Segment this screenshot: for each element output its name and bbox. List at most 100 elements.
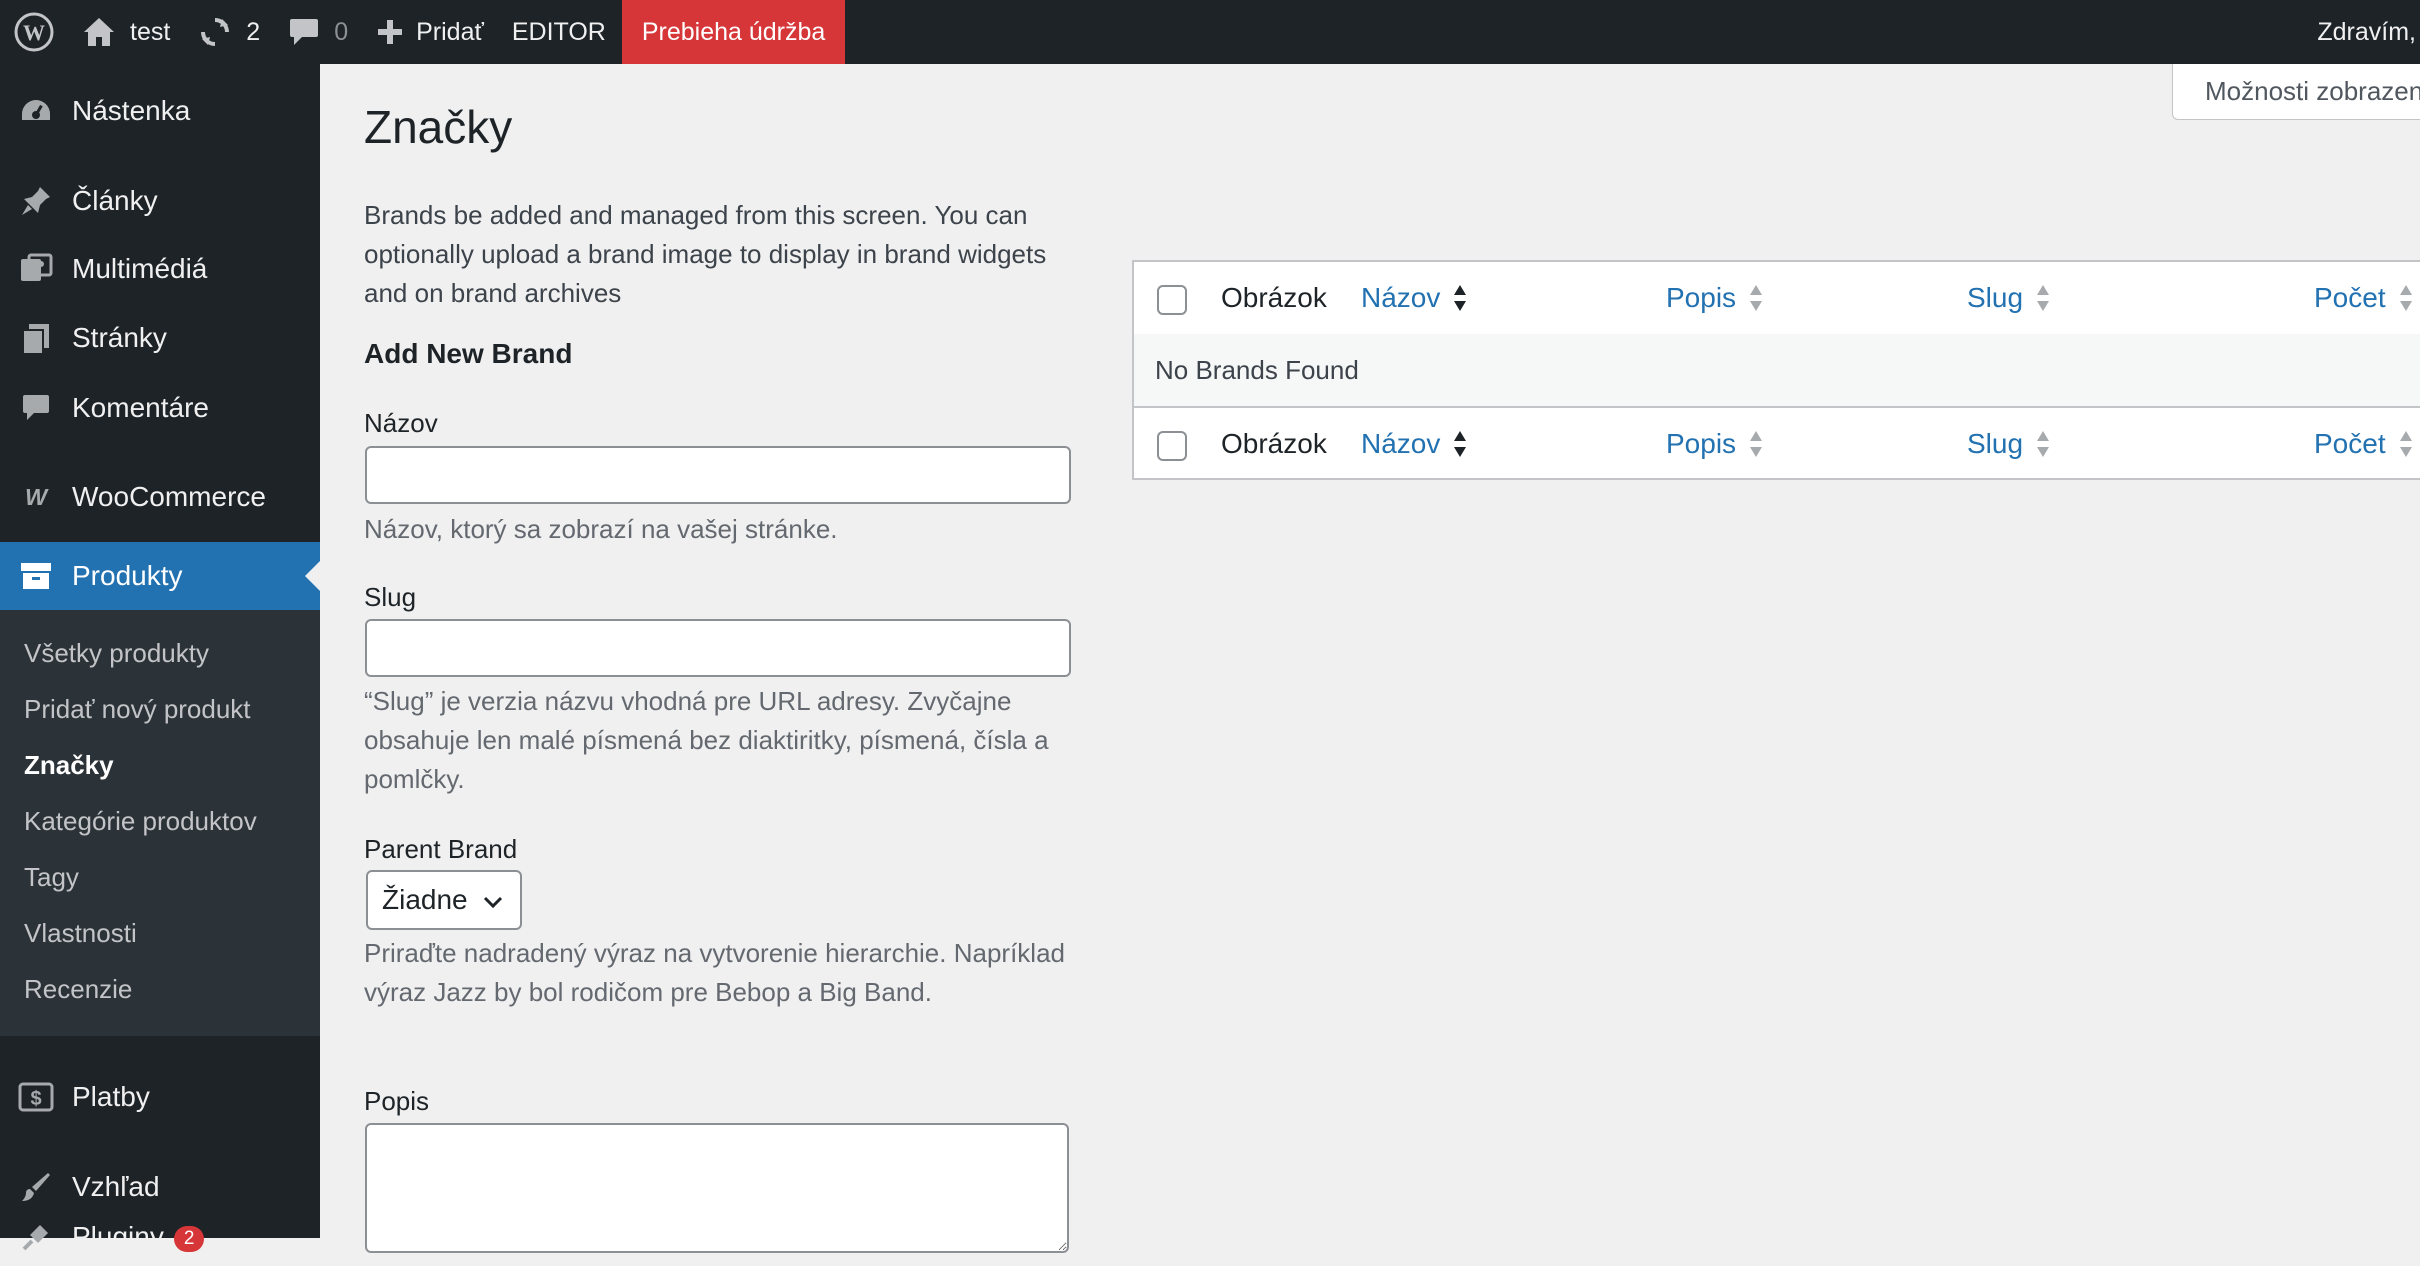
slug-field[interactable] — [365, 619, 1071, 677]
sort-icon — [1750, 285, 1763, 311]
pin-icon — [18, 183, 54, 219]
add-new-brand-heading: Add New Brand — [364, 338, 573, 369]
sort-icon — [1454, 285, 1467, 311]
name-help: Názov, ktorý sa zobrazí na vašej stránke… — [364, 514, 838, 544]
dashboard-icon — [18, 93, 54, 129]
column-name[interactable]: Názov — [1361, 262, 1468, 334]
pages-icon — [18, 320, 54, 356]
screen-options-button[interactable]: Možnosti zobrazenia — [2172, 64, 2420, 120]
submenu-brands[interactable]: Značky — [24, 750, 114, 781]
column-slug-label: Slug — [1967, 428, 2024, 459]
chevron-down-icon — [483, 896, 503, 909]
sidebar-item-label: Vzhľad — [72, 1171, 160, 1202]
column-image: Obrázok — [1221, 282, 1327, 313]
select-all-checkbox[interactable] — [1157, 285, 1187, 315]
user-greeting[interactable]: Zdravím, — [2317, 0, 2420, 64]
sort-icon — [2399, 285, 2412, 311]
updates-button[interactable]: 2 — [184, 0, 274, 64]
plugins-update-badge: 2 — [173, 1225, 205, 1252]
svg-text:$: $ — [30, 1088, 41, 1110]
submenu-add-new-product[interactable]: Pridať nový produkt — [24, 694, 251, 725]
column-description[interactable]: Popis — [1666, 408, 1764, 480]
slug-label: Slug — [364, 582, 417, 612]
column-description[interactable]: Popis — [1666, 262, 1764, 334]
comments-button[interactable]: 0 — [274, 0, 362, 64]
slug-help: “Slug” je verzia názvu vhodná pre URL ad… — [364, 686, 1049, 794]
editor-button[interactable]: EDITOR — [498, 0, 620, 64]
home-icon — [84, 18, 114, 46]
column-name[interactable]: Názov — [1361, 408, 1468, 480]
wordpress-logo-button[interactable]: W — [0, 0, 68, 64]
sidebar-item-pages[interactable]: Stránky — [0, 309, 320, 367]
comment-icon — [290, 19, 319, 45]
column-image: Obrázok — [1221, 428, 1327, 459]
submenu-all-products[interactable]: Všetky produkty — [24, 638, 209, 669]
column-count-label: Počet — [2314, 428, 2386, 459]
sort-icon — [1750, 431, 1763, 457]
sidebar-item-woocommerce[interactable]: W WooCommerce — [0, 468, 320, 526]
refresh-icon — [201, 18, 230, 46]
sidebar-item-label: WooCommerce — [72, 481, 266, 512]
sidebar-item-payments[interactable]: $ Platby — [0, 1068, 320, 1126]
products-submenu: Všetky produkty Pridať nový produkt Znač… — [0, 610, 320, 1036]
comment-icon — [18, 390, 54, 426]
archive-icon — [18, 558, 54, 594]
sidebar-item-label: Komentáre — [72, 392, 209, 423]
sidebar-item-media[interactable]: Multimédiá — [0, 240, 320, 298]
description-label: Popis — [364, 1086, 430, 1116]
column-count[interactable]: Počet — [2314, 408, 2414, 480]
column-slug[interactable]: Slug — [1967, 408, 2051, 480]
sidebar-item-label: Stránky — [72, 322, 167, 353]
comments-count: 0 — [334, 17, 349, 46]
parent-brand-value: Žiadne — [382, 884, 468, 915]
sidebar-item-label: Platby — [72, 1081, 150, 1112]
sidebar-item-plugins[interactable]: Pluginy 2 — [0, 1208, 320, 1266]
site-name: test — [130, 17, 171, 46]
media-icon — [18, 251, 54, 287]
svg-text:W: W — [23, 20, 45, 45]
column-description-label: Popis — [1666, 428, 1737, 459]
submenu-attributes[interactable]: Vlastnosti — [24, 918, 137, 949]
table-empty-row: No Brands Found — [1134, 334, 2420, 406]
sidebar-item-label: Pluginy — [72, 1221, 164, 1252]
sidebar-item-label: Produkty — [72, 560, 183, 591]
table-header-row: Obrázok Názov Popis Slug Počet — [1134, 262, 2420, 336]
wordpress-icon: W — [14, 12, 54, 52]
page-title: Značky — [364, 101, 513, 153]
submenu-reviews[interactable]: Recenzie — [24, 974, 132, 1005]
sidebar-item-products[interactable]: Produkty — [0, 542, 320, 610]
brands-table: Obrázok Názov Popis Slug Počet No Brands… — [1132, 260, 2420, 480]
select-all-checkbox[interactable] — [1157, 431, 1187, 461]
sidebar-item-label: Články — [72, 185, 158, 216]
column-name-label: Názov — [1361, 282, 1441, 313]
payments-icon: $ — [18, 1079, 54, 1115]
plugin-icon — [18, 1219, 54, 1255]
sort-icon — [1454, 431, 1467, 457]
sidebar-item-label-wrap: Pluginy 2 — [72, 1221, 205, 1253]
parent-brand-select[interactable]: Žiadne — [366, 870, 522, 930]
name-label: Názov — [364, 408, 438, 438]
column-slug[interactable]: Slug — [1967, 262, 2051, 334]
plus-icon — [378, 20, 403, 44]
sidebar-item-comments[interactable]: Komentáre — [0, 379, 320, 437]
sort-icon — [2399, 431, 2412, 457]
parent-brand-help: Priraďte nadradený výraz na vytvorenie h… — [364, 938, 1065, 1007]
submenu-tags[interactable]: Tagy — [24, 862, 79, 893]
page-description: Brands be added and managed from this sc… — [364, 200, 1047, 308]
name-field[interactable] — [365, 446, 1071, 504]
sidebar-item-label: Nástenka — [72, 95, 191, 126]
add-new-button[interactable]: Pridať — [362, 0, 498, 64]
submenu-product-categories[interactable]: Kategórie produktov — [24, 806, 257, 837]
column-description-label: Popis — [1666, 282, 1737, 313]
updates-count: 2 — [246, 17, 261, 46]
parent-brand-label: Parent Brand — [364, 834, 518, 864]
maintenance-mode-button[interactable]: Prebieha údržba — [621, 0, 846, 64]
column-name-label: Názov — [1361, 428, 1441, 459]
sidebar-item-dashboard[interactable]: Nástenka — [0, 82, 320, 140]
sidebar-item-posts[interactable]: Články — [0, 172, 320, 230]
column-slug-label: Slug — [1967, 282, 2024, 313]
sort-icon — [2037, 431, 2050, 457]
description-field[interactable] — [365, 1123, 1069, 1253]
column-count[interactable]: Počet — [2314, 262, 2414, 334]
site-name-button[interactable]: test — [68, 0, 184, 64]
